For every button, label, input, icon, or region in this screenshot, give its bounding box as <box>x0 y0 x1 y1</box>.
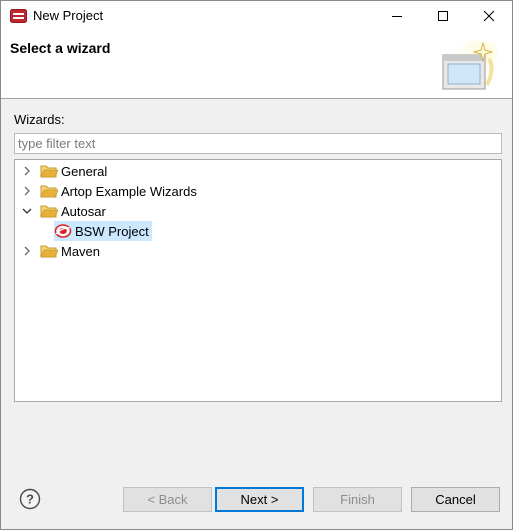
minimize-icon <box>392 16 402 17</box>
new-project-dialog: New Project Select a wizard Wizards: typ… <box>0 0 513 530</box>
tree-item-label: Artop Example Wizards <box>61 183 197 199</box>
tree-item-label: Autosar <box>61 203 106 219</box>
tree-item-general[interactable]: General <box>20 161 107 181</box>
banner-title: Select a wizard <box>10 40 111 56</box>
folder-icon <box>40 165 58 178</box>
tree-item-bsw-project[interactable]: BSW Project <box>54 221 152 241</box>
eclipse-app-icon <box>10 9 27 23</box>
wizard-banner: Select a wizard <box>1 31 512 99</box>
bsw-project-icon <box>54 224 72 238</box>
window-title: New Project <box>33 8 104 23</box>
title-bar: New Project <box>1 1 512 31</box>
folder-icon <box>40 185 58 198</box>
chevron-right-icon[interactable] <box>20 161 34 181</box>
tree-item-maven[interactable]: Maven <box>20 241 100 261</box>
wizard-tree[interactable]: General Artop Example Wizards Autosar BS… <box>14 159 502 402</box>
filter-input[interactable] <box>14 133 502 154</box>
cancel-button[interactable]: Cancel <box>411 487 500 512</box>
back-button[interactable]: < Back <box>123 487 212 512</box>
close-button[interactable] <box>466 1 512 31</box>
new-wizard-banner-icon <box>442 41 497 90</box>
tree-item-label: Maven <box>61 243 101 259</box>
tree-item-label: BSW Project <box>75 223 149 239</box>
svg-text:?: ? <box>26 492 34 507</box>
finish-button[interactable]: Finish <box>313 487 402 512</box>
folder-open-icon <box>40 205 58 218</box>
chevron-right-icon[interactable] <box>20 241 34 261</box>
maximize-icon <box>438 11 448 21</box>
chevron-right-icon[interactable] <box>20 181 34 201</box>
maximize-button[interactable] <box>420 1 466 31</box>
wizards-label: Wizards: <box>14 112 65 127</box>
minimize-button[interactable] <box>374 1 420 31</box>
tree-item-artop-example-wizards[interactable]: Artop Example Wizards <box>20 181 197 201</box>
help-icon[interactable]: ? <box>19 488 41 510</box>
next-button[interactable]: Next > <box>215 487 304 512</box>
tree-item-label: General <box>61 163 108 179</box>
chevron-down-icon[interactable] <box>20 201 34 221</box>
tree-item-autosar[interactable]: Autosar <box>20 201 106 221</box>
folder-icon <box>40 245 58 258</box>
close-icon <box>483 10 495 22</box>
